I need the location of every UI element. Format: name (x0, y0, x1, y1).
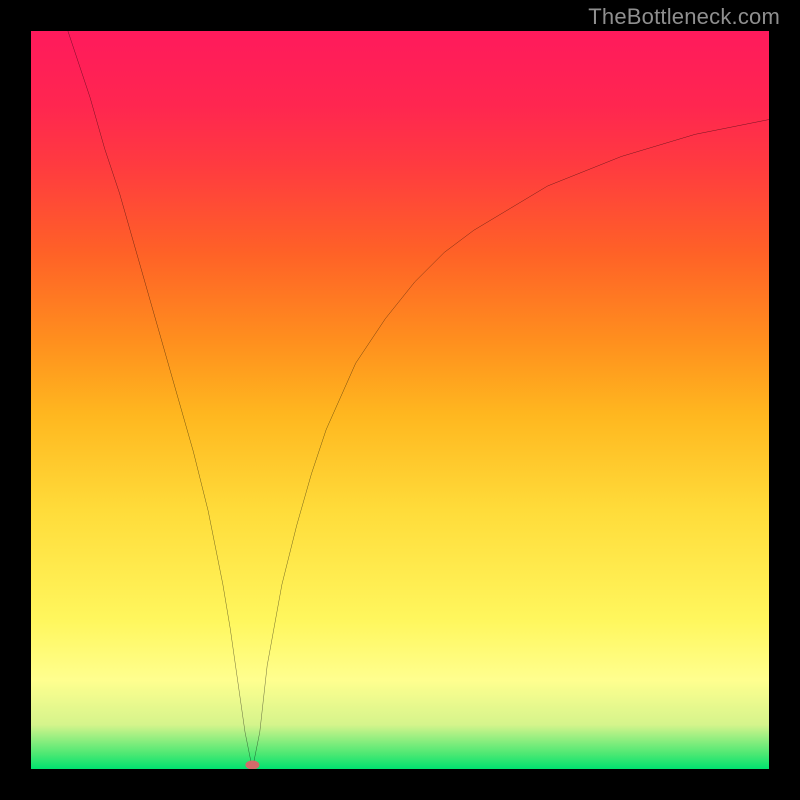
chart-svg (31, 31, 769, 769)
watermark-text: TheBottleneck.com (588, 4, 780, 30)
bottleneck-curve (68, 31, 769, 769)
optimum-marker (246, 761, 259, 769)
chart-frame: TheBottleneck.com (0, 0, 800, 800)
chart-plot-area (31, 31, 769, 769)
